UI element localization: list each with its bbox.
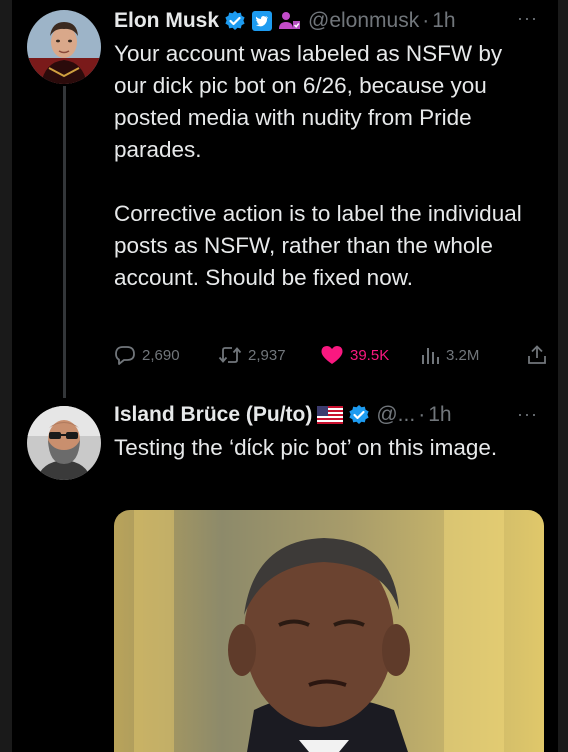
avatar-island-bruce[interactable]	[27, 406, 101, 480]
share-icon	[528, 345, 546, 364]
views-icon	[422, 348, 439, 364]
retweet-button[interactable]: 2,937	[218, 340, 286, 370]
tweet2-header: Island Brüce (Pu/to) @... · 1h	[114, 400, 452, 430]
tweet-time[interactable]: 1h	[432, 9, 455, 33]
tweet1-text: Your account was labeled as NSFW by our …	[114, 41, 522, 290]
separator-dot: ·	[418, 403, 426, 426]
views-button[interactable]: 3.2M	[420, 340, 479, 370]
verified-badge-icon	[348, 404, 370, 426]
tweet-time[interactable]: 1h	[428, 403, 451, 427]
separator-dot: ·	[422, 9, 430, 32]
like-count: 39.5K	[350, 346, 390, 364]
tweet2-media-image[interactable]	[114, 510, 544, 752]
reply-icon	[115, 346, 135, 365]
affiliate-icon	[278, 10, 302, 32]
share-button[interactable]	[526, 340, 548, 370]
author-handle[interactable]: @...	[376, 403, 415, 427]
view-count: 3.2M	[446, 346, 480, 364]
tweet1-actions: 2,690 2,937 39.5K 3.2M	[114, 340, 546, 370]
flag-us-icon	[317, 406, 344, 424]
reply-button[interactable]: 2,690	[114, 340, 180, 370]
more-options-button[interactable]: ···	[517, 8, 538, 29]
author-name[interactable]: Elon Musk	[114, 9, 219, 33]
timeline: Elon Musk @elonmusk · 1h ··· Your accoun…	[12, 0, 558, 752]
more-options-button[interactable]: ···	[517, 404, 538, 425]
heart-icon	[321, 346, 343, 364]
retweet-icon	[218, 347, 242, 363]
thread-connector	[63, 86, 66, 398]
verified-badge-icon	[224, 10, 246, 32]
retweet-count: 2,937	[248, 346, 286, 364]
tweet1-header: Elon Musk @elonmusk · 1h	[114, 6, 456, 36]
author-name[interactable]: Island Brüce (Pu/to)	[114, 403, 312, 427]
author-handle[interactable]: @elonmusk	[308, 9, 419, 33]
twitter-blue-icon	[251, 10, 273, 32]
tweet2-text: Testing the ‘dίck pic bot’ on this image…	[114, 435, 498, 460]
avatar-elon[interactable]	[27, 10, 101, 84]
reply-count: 2,690	[142, 346, 180, 364]
like-button[interactable]: 39.5K	[320, 340, 389, 370]
